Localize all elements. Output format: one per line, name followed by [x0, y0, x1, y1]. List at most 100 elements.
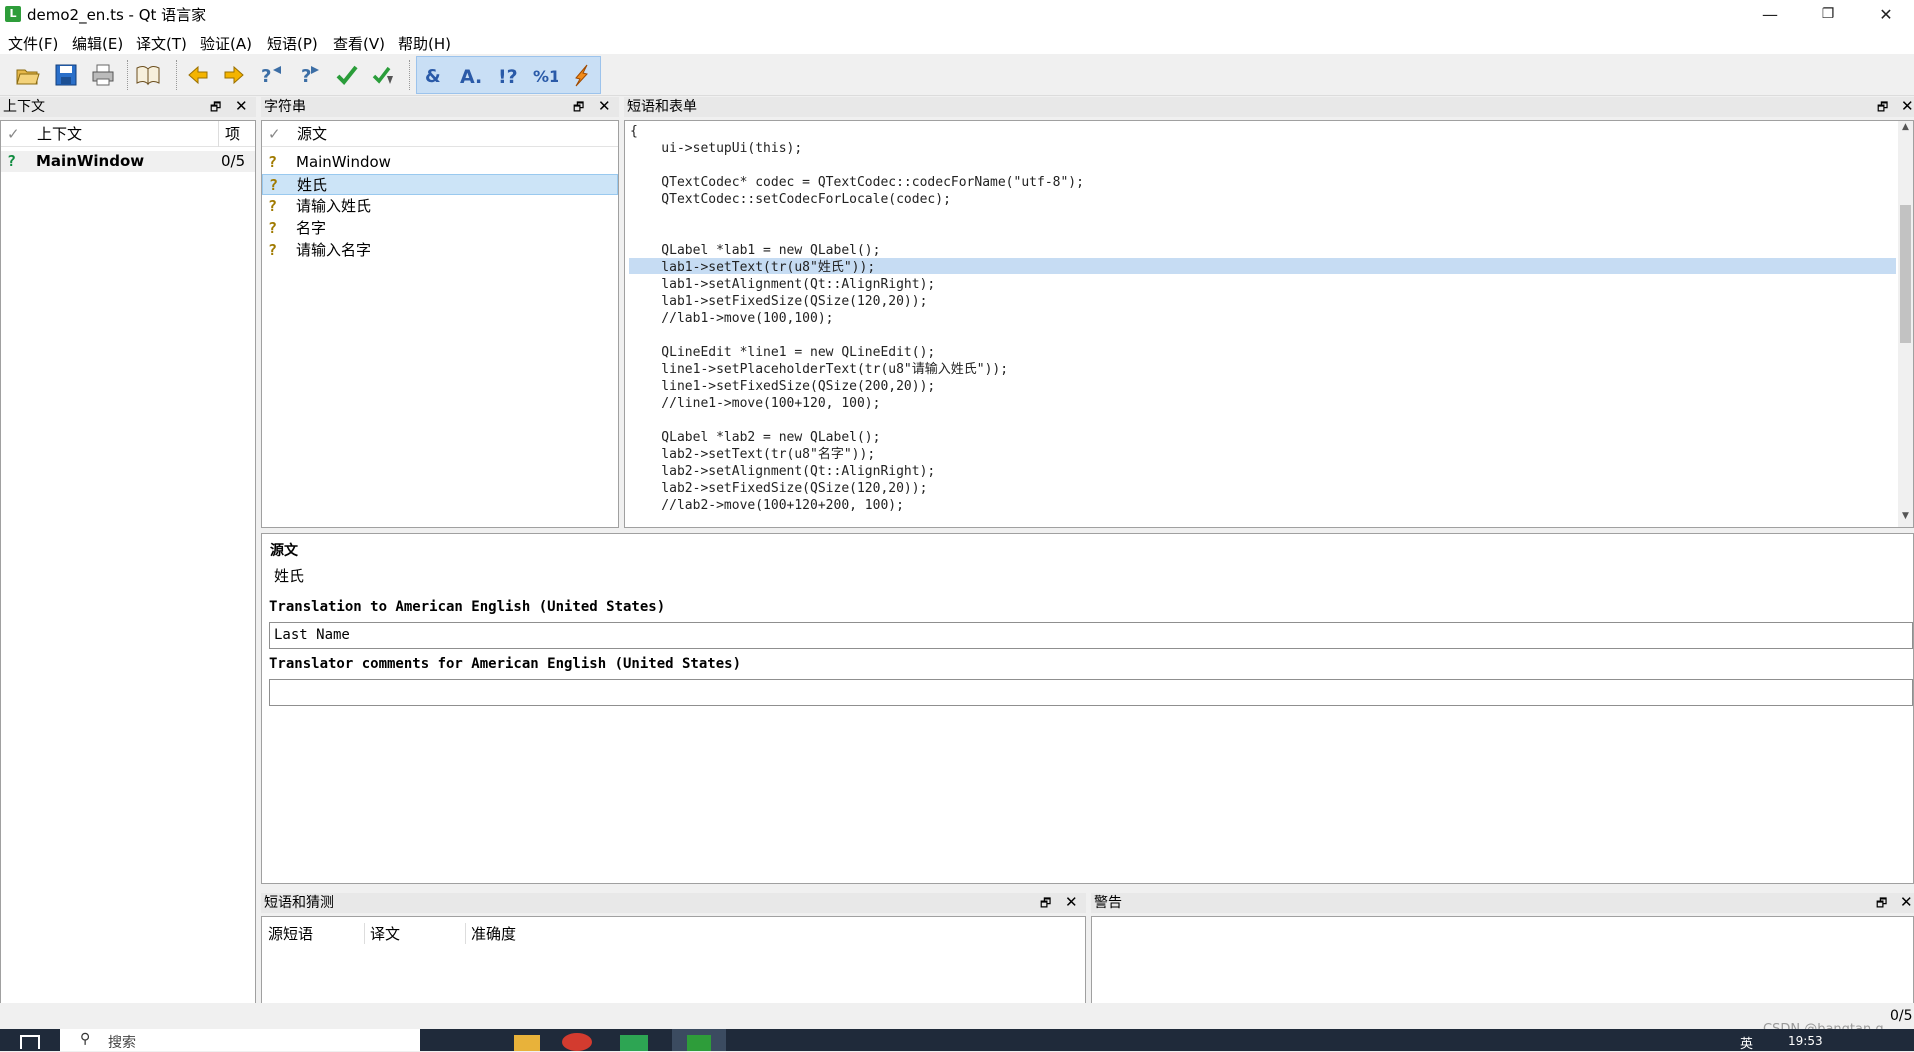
code-line: lab2->setAlignment(Qt::AlignRight); [630, 464, 936, 479]
float-icon[interactable]: 🗗 [1877, 97, 1888, 117]
guesses-panel: 源短语 译文 准确度 [261, 916, 1086, 1005]
float-icon[interactable]: 🗗 [573, 97, 584, 117]
close-icon[interactable]: ✕ [598, 96, 611, 116]
svg-text:?: ? [261, 66, 271, 87]
next-icon[interactable] [218, 59, 250, 91]
status-icon: ? [268, 197, 278, 215]
menu-translation[interactable]: 译文(T) [136, 33, 187, 54]
col-source[interactable]: 源文 [297, 121, 327, 147]
punctuation-check-icon[interactable]: A. [455, 59, 487, 91]
menu-help[interactable]: 帮助(H) [398, 33, 451, 54]
context-name: MainWindow [36, 152, 145, 170]
status-icon: ? [268, 219, 278, 237]
translation-label: Translation to American English (United … [269, 599, 666, 615]
close-icon[interactable]: ✕ [1065, 892, 1078, 912]
phrases-forms-title-text: 短语和表单 [627, 99, 697, 115]
strings-panel: ✓ 源文 ? MainWindow ? 姓氏 ? 请输入姓氏 ? 名字 ? 请输入名字 [261, 120, 619, 528]
linguist-taskbar-button[interactable] [672, 1029, 726, 1051]
col-items[interactable]: 项 [218, 121, 240, 147]
scroll-thumb[interactable] [1900, 205, 1911, 343]
string-row[interactable]: ? 请输入姓氏 [262, 196, 618, 217]
progress-count: 0/5 [1890, 1008, 1913, 1024]
code-line: QLineEdit *line1 = new QLineEdit(); [630, 345, 936, 360]
strings-dock-title: 字符串 🗗 ✕ [261, 97, 619, 117]
source-code-view[interactable]: { ui->setupUi(this); QTextCodec* codec =… [624, 120, 1914, 528]
restore-button[interactable]: ❐ [1799, 0, 1857, 29]
placeholder-check-icon[interactable]: %1 [529, 59, 561, 91]
phrasebook-icon[interactable] [132, 59, 164, 91]
comments-input[interactable] [269, 679, 1913, 706]
clock[interactable]: 19:53 [1788, 1034, 1823, 1048]
open-icon[interactable] [12, 59, 44, 91]
context-panel: ✓ 上下文 项 ? MainWindow 0/5 [0, 120, 256, 1005]
code-line: QLabel *lab1 = new QLabel(); [630, 243, 881, 258]
search-icon: ⚲ [80, 1031, 91, 1047]
status-icon: ? [269, 176, 279, 194]
source-label: 源文 [270, 543, 298, 559]
start-icon[interactable] [20, 1035, 40, 1049]
save-icon[interactable] [50, 59, 82, 91]
close-icon[interactable]: ✕ [1901, 96, 1914, 116]
context-row[interactable]: ? MainWindow 0/5 [1, 151, 255, 172]
string-row[interactable]: ? MainWindow [262, 152, 618, 173]
surrogate-check-icon[interactable] [566, 59, 598, 91]
prev-unfinished-icon[interactable]: ? [256, 59, 288, 91]
col-accuracy[interactable]: 准确度 [465, 923, 516, 944]
string-row-selected[interactable]: ? 姓氏 [262, 174, 618, 195]
code-line: lab1->setText(tr(u8"姓氏")); [630, 260, 876, 275]
warnings-title-text: 警告 [1094, 895, 1122, 911]
code-line: ui->setupUi(this); [630, 141, 803, 156]
code-line: line1->setPlaceholderText(tr(u8"请输入姓氏"))… [630, 362, 1009, 377]
scroll-down-icon[interactable]: ▼ [1898, 511, 1913, 521]
string-row[interactable]: ? 名字 [262, 218, 618, 239]
scrollbar[interactable]: ▲ ▼ [1898, 121, 1913, 527]
context-dock-title: 上下文 🗗 ✕ [0, 97, 256, 117]
mark-done-icon[interactable] [331, 59, 363, 91]
next-unfinished-icon[interactable]: ? [294, 59, 326, 91]
translation-input[interactable]: Last Name [269, 622, 1913, 649]
close-icon[interactable]: ✕ [1900, 892, 1913, 912]
code-line: lab2->setFixedSize(QSize(120,20)); [630, 481, 928, 496]
svg-text:!?: !? [498, 66, 518, 88]
minimize-button[interactable]: — [1741, 0, 1799, 29]
float-icon[interactable]: 🗗 [1876, 893, 1887, 913]
chrome-icon[interactable] [562, 1033, 592, 1051]
string-row[interactable]: ? 请输入名字 [262, 240, 618, 261]
window-title: demo2_en.ts - Qt 语言家 [27, 6, 207, 24]
float-icon[interactable]: 🗗 [1040, 893, 1051, 913]
float-icon[interactable]: 🗗 [210, 97, 221, 117]
accelerator-check-icon[interactable]: & [418, 59, 450, 91]
code-line: { [630, 124, 638, 139]
menu-edit[interactable]: 编辑(E) [72, 33, 123, 54]
explorer-icon[interactable] [514, 1035, 540, 1051]
menu-validation[interactable]: 验证(A) [200, 33, 252, 54]
svg-text:&: & [425, 66, 441, 87]
scroll-up-icon[interactable]: ▲ [1898, 122, 1913, 132]
taskbar-search[interactable]: ⚲ 搜索 [60, 1029, 420, 1051]
guesses-title-text: 短语和猜测 [264, 895, 334, 911]
col-translation[interactable]: 译文 [364, 923, 400, 944]
previous-icon[interactable] [182, 59, 214, 91]
close-button[interactable]: ✕ [1857, 0, 1914, 29]
col-source-phrase[interactable]: 源短语 [268, 923, 313, 944]
code-line: QTextCodec::setCodecForLocale(codec); [630, 192, 951, 207]
menu-phrases[interactable]: 短语(P) [267, 33, 318, 54]
col-context[interactable]: 上下文 [37, 121, 82, 147]
done-next-icon[interactable] [368, 59, 400, 91]
context-header: ✓ 上下文 项 [1, 121, 255, 147]
svg-text:?: ? [301, 66, 311, 87]
menu-view[interactable]: 查看(V) [333, 33, 385, 54]
print-icon[interactable] [87, 59, 119, 91]
guesses-dock-title: 短语和猜测 🗗 ✕ [261, 893, 1086, 913]
menu-file[interactable]: 文件(F) [8, 33, 58, 54]
status-bar: 0/5 CSDN @bangtan.q [0, 1003, 1914, 1037]
phrase-check-icon[interactable]: !? [492, 59, 524, 91]
code-line: //line1->move(100+120, 100); [630, 396, 881, 411]
app-icon-green[interactable] [620, 1035, 648, 1051]
close-icon[interactable]: ✕ [235, 96, 248, 116]
search-placeholder: 搜索 [108, 1035, 136, 1051]
strings-header: ✓ 源文 [262, 121, 618, 147]
title-bar: L demo2_en.ts - Qt 语言家 — ❐ ✕ [0, 0, 1914, 29]
context-dock-title-text: 上下文 [3, 99, 45, 115]
ime-indicator[interactable]: 英 [1740, 1033, 1753, 1052]
